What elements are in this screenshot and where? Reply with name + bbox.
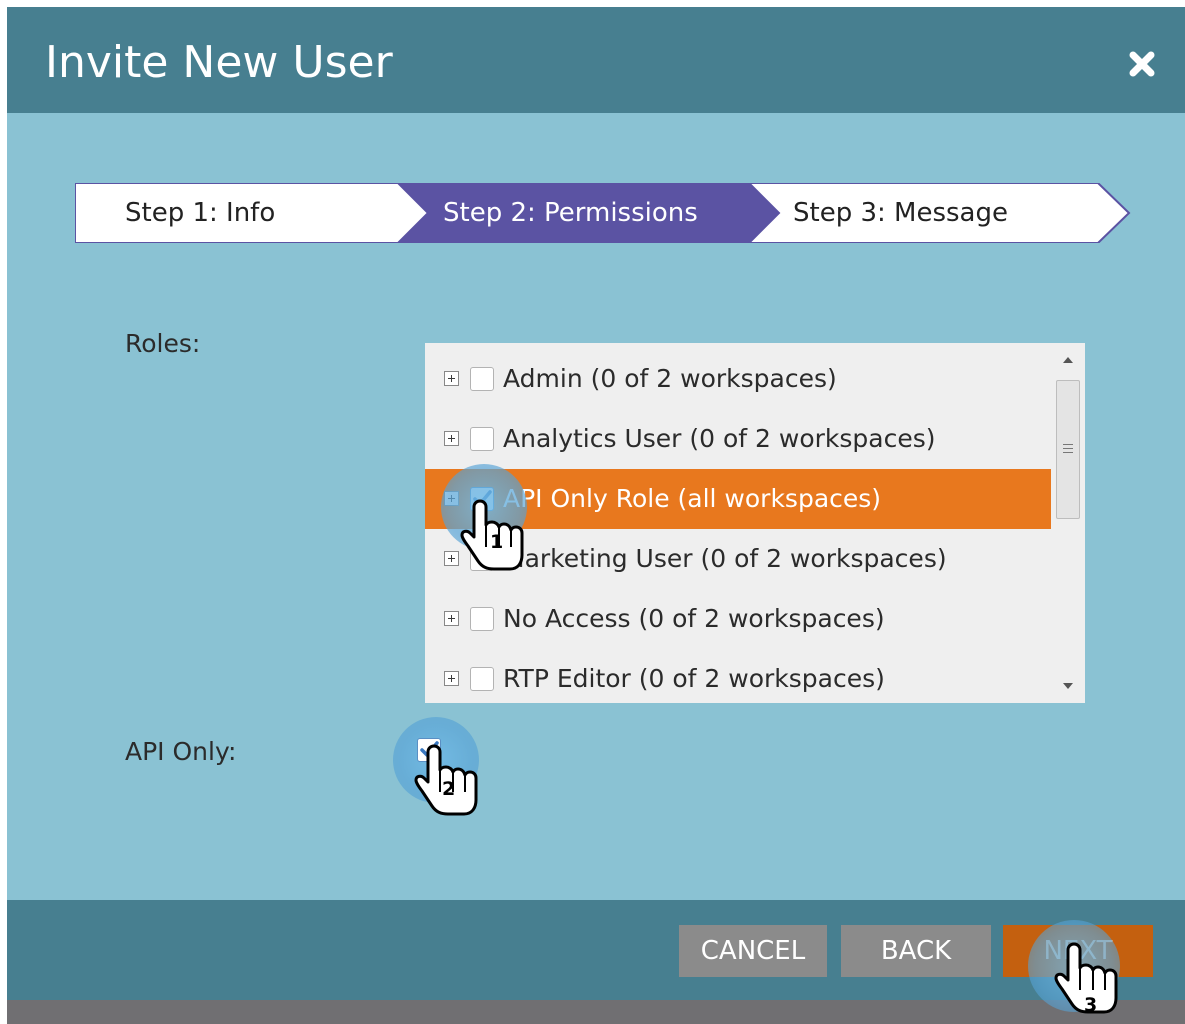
expand-icon[interactable] xyxy=(444,611,459,626)
step-3-message[interactable]: Step 3: Message xyxy=(793,183,1008,243)
role-label: No Access (0 of 2 workspaces) xyxy=(503,604,885,633)
dialog-header: Invite New User xyxy=(7,7,1185,113)
role-item-admin[interactable]: Admin (0 of 2 workspaces) xyxy=(425,349,1051,409)
dialog-footer: CANCEL BACK NEXT xyxy=(7,900,1185,1000)
role-label: Analytics User (0 of 2 workspaces) xyxy=(503,424,936,453)
dialog-title: Invite New User xyxy=(45,37,393,88)
invite-user-dialog: Invite New User Step 1: Info Step 2: Per… xyxy=(7,7,1185,1024)
roles-label: Roles: xyxy=(125,329,201,358)
role-item-rtp-editor[interactable]: RTP Editor (0 of 2 workspaces) xyxy=(425,649,1051,703)
annotation-step-2: 2 xyxy=(442,778,456,800)
role-checkbox[interactable] xyxy=(470,607,494,631)
role-label: RTP Editor (0 of 2 workspaces) xyxy=(503,664,885,693)
bottom-strip xyxy=(7,1000,1185,1024)
role-checkbox[interactable] xyxy=(470,427,494,451)
expand-icon[interactable] xyxy=(444,371,459,386)
scroll-up-icon[interactable] xyxy=(1063,357,1073,363)
role-checkbox[interactable] xyxy=(470,667,494,691)
api-only-label: API Only: xyxy=(125,737,237,766)
cancel-button[interactable]: CANCEL xyxy=(679,925,827,977)
role-item-no-access[interactable]: No Access (0 of 2 workspaces) xyxy=(425,589,1051,649)
annotation-step-3: 3 xyxy=(1084,994,1098,1016)
role-checkbox[interactable] xyxy=(470,367,494,391)
expand-icon[interactable] xyxy=(444,431,459,446)
step-2-permissions[interactable]: Step 2: Permissions xyxy=(443,183,698,243)
role-item-analytics-user[interactable]: Analytics User (0 of 2 workspaces) xyxy=(425,409,1051,469)
annotation-step-1: 1 xyxy=(490,531,504,553)
roles-scrollbar[interactable] xyxy=(1051,343,1085,703)
close-icon[interactable] xyxy=(1122,44,1162,84)
back-button[interactable]: BACK xyxy=(841,925,991,977)
expand-icon[interactable] xyxy=(444,671,459,686)
wizard-steps: Step 1: Info Step 2: Permissions Step 3:… xyxy=(75,183,1131,243)
scrollbar-thumb[interactable] xyxy=(1056,380,1080,519)
step-1-info[interactable]: Step 1: Info xyxy=(125,183,275,243)
scroll-down-icon[interactable] xyxy=(1063,683,1073,689)
role-label: Marketing User (0 of 2 workspaces) xyxy=(503,544,947,573)
role-label: Admin (0 of 2 workspaces) xyxy=(503,364,837,393)
role-label: API Only Role (all workspaces) xyxy=(503,484,882,513)
expand-icon[interactable] xyxy=(444,551,459,566)
